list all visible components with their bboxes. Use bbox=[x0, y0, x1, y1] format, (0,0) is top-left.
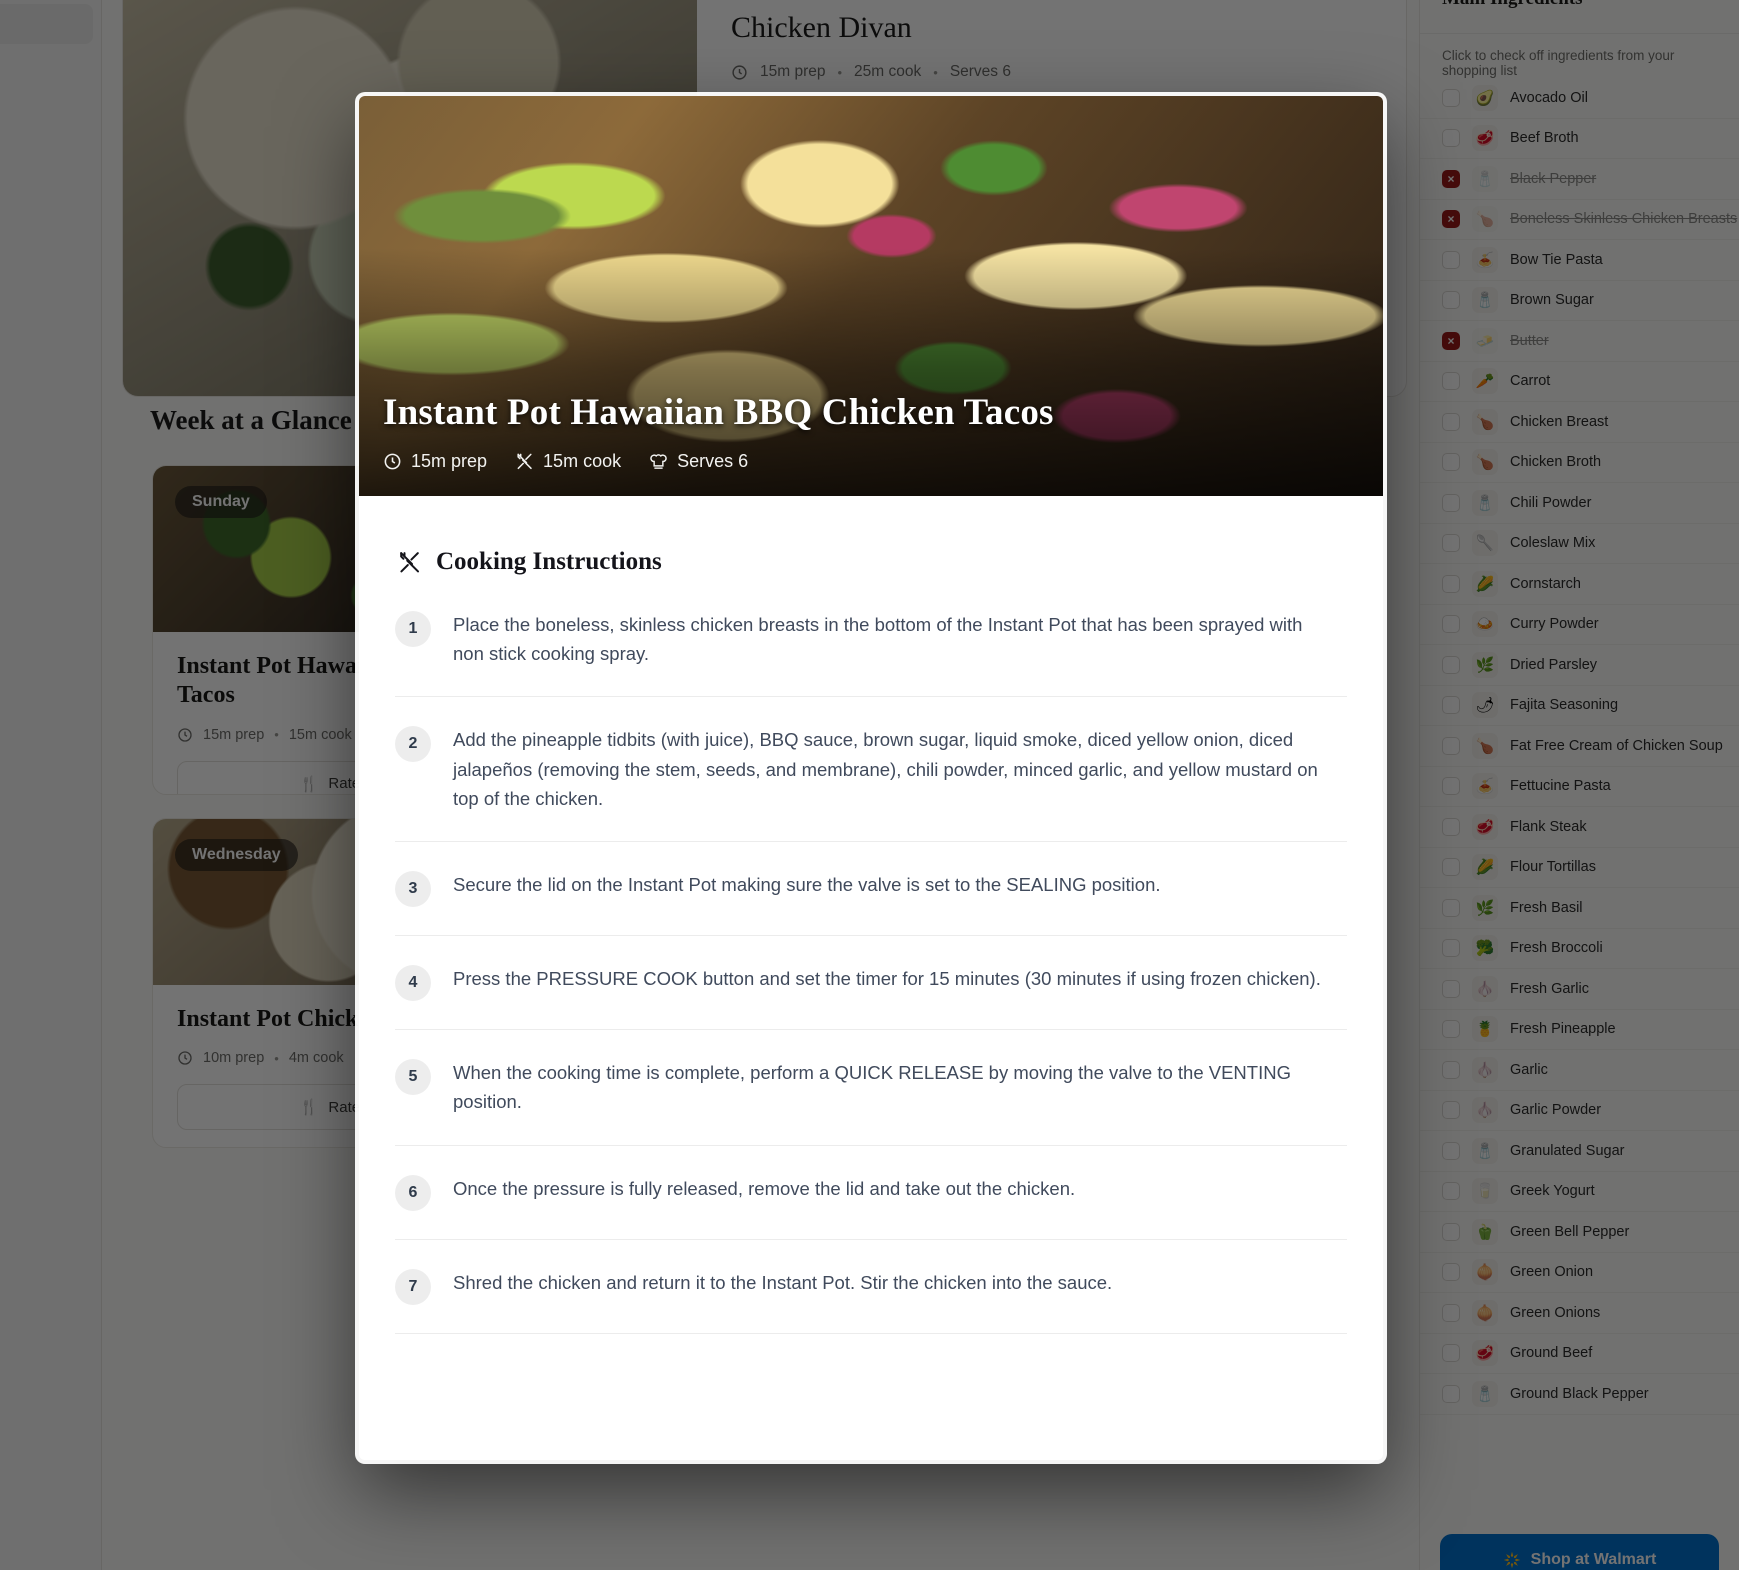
step-text: When the cooking time is complete, perfo… bbox=[453, 1062, 1291, 1113]
cooking-instructions-heading: Cooking Instructions bbox=[397, 548, 1347, 576]
clock-icon bbox=[383, 452, 402, 471]
step-number: 1 bbox=[395, 611, 431, 647]
step-number: 5 bbox=[395, 1059, 431, 1096]
recipe-prep-time: 15m prep bbox=[383, 451, 487, 472]
step-text: Shred the chicken and return it to the I… bbox=[453, 1271, 1113, 1293]
instruction-step: 2 Add the pineapple tidbits (with juice),… bbox=[395, 697, 1347, 843]
step-text: Place the boneless, skinless chicken bre… bbox=[453, 614, 1303, 665]
recipe-meta-row: 15m prep 15m cook Serves 6 bbox=[383, 451, 1359, 472]
recipe-cook-label: 15m cook bbox=[543, 451, 622, 471]
chef-hat-icon bbox=[649, 452, 668, 471]
step-number: 7 bbox=[395, 1268, 431, 1305]
recipe-detail-modal: Instant Pot Hawaiian BBQ Chicken Tacos 1… bbox=[359, 96, 1383, 1460]
recipe-cook-time: 15m cook bbox=[515, 451, 621, 472]
recipe-modal-body: Cooking Instructions 1 Place the boneless… bbox=[359, 496, 1383, 1460]
instruction-step: 6 Once the pressure is fully released, re… bbox=[395, 1146, 1347, 1240]
instruction-step: 7 Shred the chicken and return it to the … bbox=[395, 1240, 1347, 1334]
recipe-hero-image: Instant Pot Hawaiian BBQ Chicken Tacos 1… bbox=[359, 96, 1383, 496]
instruction-step: 4 Press the PRESSURE COOK button and set … bbox=[395, 936, 1347, 1031]
recipe-servings: Serves 6 bbox=[649, 451, 748, 472]
step-text: Secure the lid on the Instant Pot making… bbox=[453, 874, 1161, 896]
instruction-step: 5 When the cooking time is complete, perf… bbox=[395, 1030, 1347, 1146]
instruction-step: 3 Secure the lid on the Instant Pot makin… bbox=[395, 842, 1347, 937]
step-text: Press the PRESSURE COOK button and set t… bbox=[453, 968, 1321, 990]
recipe-prep-label: 15m prep bbox=[411, 451, 488, 471]
cooking-instructions-label: Cooking Instructions bbox=[436, 548, 662, 575]
crossed-utensils-icon bbox=[397, 550, 422, 575]
instruction-step: 1 Place the boneless, skinless chicken br… bbox=[395, 604, 1347, 698]
step-text: Once the pressure is fully released, rem… bbox=[453, 1177, 1076, 1199]
crossed-utensils-icon bbox=[515, 452, 534, 471]
step-number: 6 bbox=[395, 1174, 431, 1211]
step-number: 3 bbox=[395, 871, 431, 908]
recipe-title: Instant Pot Hawaiian BBQ Chicken Tacos bbox=[383, 392, 1054, 433]
instruction-steps-list: 1 Place the boneless, skinless chicken br… bbox=[395, 604, 1347, 1334]
step-number: 4 bbox=[395, 965, 431, 1002]
recipe-servings-label: Serves 6 bbox=[677, 451, 749, 471]
step-number: 2 bbox=[395, 726, 431, 763]
step-text: Add the pineapple tidbits (with juice), … bbox=[453, 729, 1318, 809]
